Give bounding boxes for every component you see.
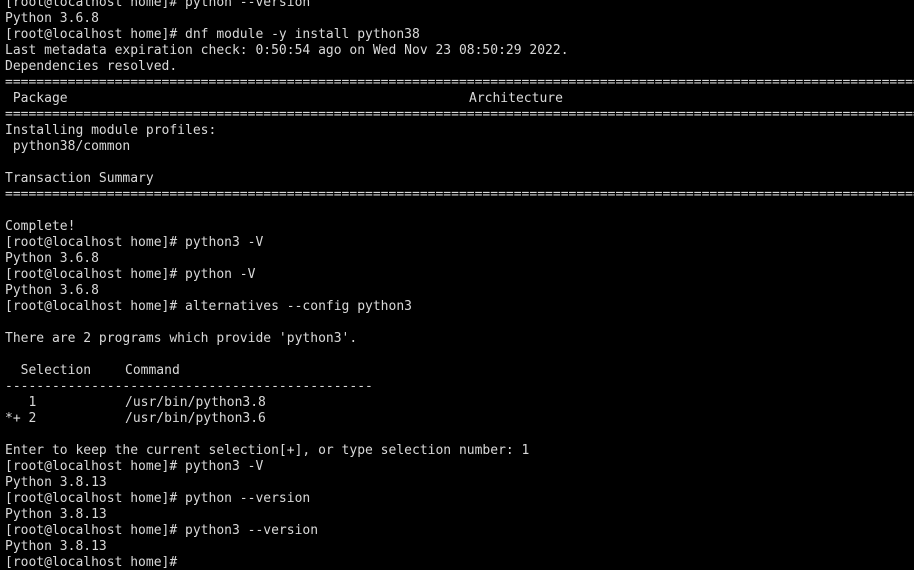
terminal-line: [root@localhost home]# dnf module -y ins… bbox=[5, 27, 420, 42]
dash-separator: ----------------------------------------… bbox=[5, 379, 373, 394]
terminal-line: Dependencies resolved. bbox=[5, 59, 178, 74]
separator-rule: ========================================… bbox=[5, 75, 914, 90]
command-path: /usr/bin/python3.6 bbox=[125, 411, 266, 426]
separator-rule: ========================================… bbox=[5, 107, 914, 122]
separator-rule: ========================================… bbox=[5, 187, 914, 202]
terminal-line: Enter to keep the current selection[+], … bbox=[5, 443, 530, 458]
terminal-line: Python 3.8.13 bbox=[5, 475, 107, 490]
terminal-line: [root@localhost home]# python --version bbox=[5, 491, 311, 506]
terminal-line: Python 3.6.8 bbox=[5, 283, 99, 298]
terminal-line: [root@localhost home]# python3 --version bbox=[5, 523, 319, 538]
terminal-line: Python 3.6.8 bbox=[5, 11, 99, 26]
terminal-line: There are 2 programs which provide 'pyth… bbox=[5, 331, 358, 346]
selection-column-header: Selection bbox=[5, 363, 92, 378]
architecture-column-header: Architecture bbox=[469, 91, 563, 106]
terminal-line: [root@localhost home]# python3 -V bbox=[5, 235, 264, 250]
terminal-line: [root@localhost home]# python --version bbox=[5, 0, 311, 10]
terminal-line: [root@localhost home]# alternatives --co… bbox=[5, 299, 412, 314]
terminal-line: [root@localhost home]# python -V bbox=[5, 267, 256, 282]
terminal-line: Last metadata expiration check: 0:50:54 … bbox=[5, 43, 569, 58]
terminal-line: Complete! bbox=[5, 219, 76, 234]
terminal-line: Python 3.8.13 bbox=[5, 539, 107, 554]
terminal-line: Transaction Summary bbox=[5, 171, 154, 186]
terminal-line: python38/common bbox=[5, 139, 131, 154]
terminal-line: Python 3.8.13 bbox=[5, 507, 107, 522]
terminal-line: Installing module profiles: bbox=[5, 123, 217, 138]
terminal-prompt-line[interactable]: [root@localhost home]# bbox=[5, 555, 185, 570]
terminal-window[interactable]: [root@localhost home]# python --version … bbox=[0, 0, 914, 570]
command-path: /usr/bin/python3.8 bbox=[125, 395, 266, 410]
selection-number: 1 bbox=[5, 395, 37, 410]
package-column-header: Package bbox=[5, 91, 68, 106]
terminal-line: Python 3.6.8 bbox=[5, 251, 99, 266]
command-column-header: Command bbox=[125, 363, 180, 378]
terminal-line: [root@localhost home]# python3 -V bbox=[5, 459, 264, 474]
selection-number: *+ 2 bbox=[5, 411, 37, 426]
